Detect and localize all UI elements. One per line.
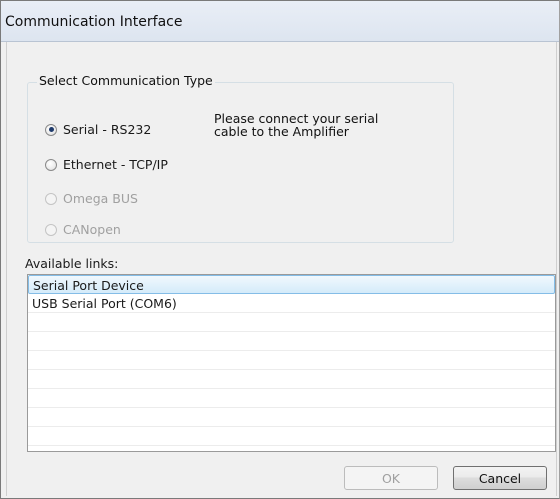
communication-interface-dialog: Communication Interface Select Communica… [0, 0, 560, 499]
list-empty-row [28, 389, 555, 408]
radio-button-disabled-icon [45, 223, 57, 236]
radio-ethernet-tcpip[interactable]: Ethernet - TCP/IP [45, 157, 168, 172]
radio-ethernet-tcpip-label: Ethernet - TCP/IP [63, 157, 168, 172]
available-links-label: Available links: [25, 256, 119, 271]
list-empty-row [28, 313, 555, 332]
radio-omega-bus-label: Omega BUS [63, 191, 138, 206]
radio-serial-rs232[interactable]: Serial - RS232 [45, 122, 151, 137]
radio-canopen-label: CANopen [63, 222, 121, 237]
radio-serial-rs232-label: Serial - RS232 [63, 122, 152, 137]
radio-omega-bus: Omega BUS [45, 191, 138, 206]
radio-button-disabled-icon [45, 192, 57, 205]
list-empty-row [28, 370, 555, 389]
list-empty-row [28, 427, 555, 446]
list-item-label: Serial Port Device [33, 278, 144, 293]
list-empty-row [28, 408, 555, 427]
ok-button[interactable]: OK [344, 466, 438, 490]
list-item-usb-serial-port[interactable]: USB Serial Port (COM6) [28, 294, 555, 313]
list-item-label: USB Serial Port (COM6) [32, 296, 177, 311]
available-links-list[interactable]: Serial Port Device USB Serial Port (COM6… [27, 274, 556, 452]
radio-canopen: CANopen [45, 222, 121, 237]
list-item-serial-port-device[interactable]: Serial Port Device [28, 275, 555, 294]
connection-hint: Please connect your serial cable to the … [214, 111, 379, 139]
list-empty-row [28, 351, 555, 370]
window-title: Communication Interface [5, 14, 183, 30]
radio-button-icon[interactable] [45, 158, 57, 171]
title-bar[interactable]: Communication Interface [1, 1, 559, 42]
list-empty-row [28, 332, 555, 351]
radio-button-selected-icon[interactable] [45, 123, 57, 136]
communication-type-legend: Select Communication Type [37, 73, 215, 88]
cancel-button[interactable]: Cancel [453, 466, 547, 490]
